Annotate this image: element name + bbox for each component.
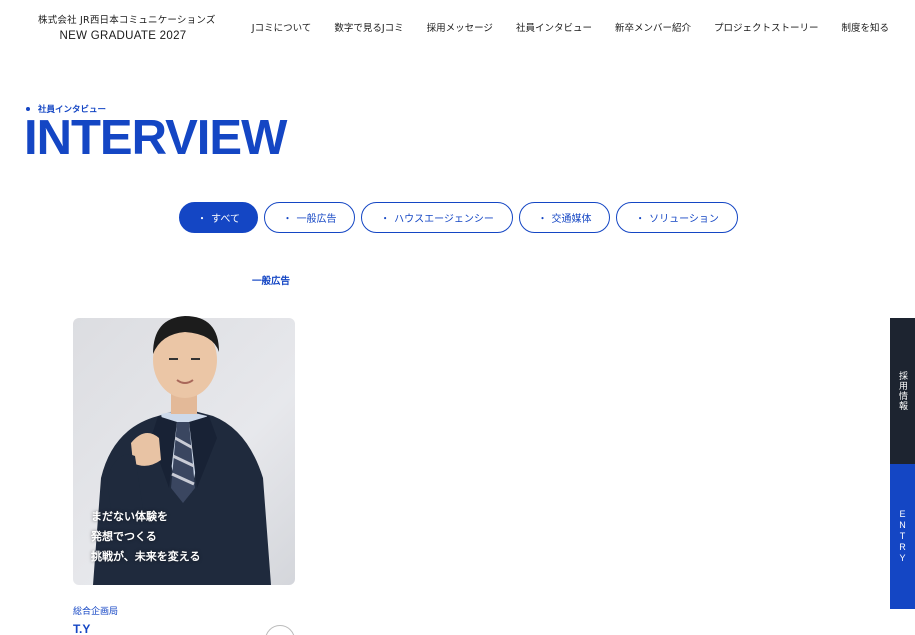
side-tab-recruit-info[interactable]: 採用情報 xyxy=(890,318,915,464)
nav-project-story[interactable]: プロジェクトストーリー xyxy=(714,20,819,34)
filter-tab-general-ads[interactable]: ・一般広告 xyxy=(264,202,355,233)
card-category: 一般広告 xyxy=(252,276,291,287)
filter-tab-solution[interactable]: ・ソリューション xyxy=(616,202,738,233)
filter-tab-all[interactable]: ・すべて xyxy=(179,202,258,233)
nav-about[interactable]: Jコミについて xyxy=(252,20,312,34)
nav-members[interactable]: 新卒メンバー紹介 xyxy=(615,20,691,34)
page-title: INTERVIEW xyxy=(24,111,287,165)
logo-subtitle: NEW GRADUATE 2027 xyxy=(59,30,187,42)
page: 株式会社 JR西日本コミュニケーションズ NEW GRADUATE 2027 J… xyxy=(0,0,915,635)
filter-tab-transit-media[interactable]: ・交通媒体 xyxy=(519,202,610,233)
nav-message[interactable]: 採用メッセージ xyxy=(427,20,493,34)
side-tab-entry-label: ENTRY xyxy=(899,509,906,563)
logo[interactable]: 株式会社 JR西日本コミュニケーションズ NEW GRADUATE 2027 xyxy=(38,12,216,42)
filter-tab-house-agency[interactable]: ・ハウスエージェンシー xyxy=(361,202,513,233)
card-name: T.Y xyxy=(73,622,91,635)
card-caption: まだない体験を 発想でつくる 挑戦が、未来を変える xyxy=(91,510,201,563)
side-tab-entry[interactable]: ENTRY xyxy=(890,464,915,609)
nav-system[interactable]: 制度を知る xyxy=(841,20,889,34)
card-arrow-button[interactable] xyxy=(265,625,295,635)
filter-tabs: ・すべて ・一般広告 ・ハウスエージェンシー ・交通媒体 ・ソリューション xyxy=(179,202,738,233)
card-department: 総合企画局 xyxy=(73,607,119,617)
logo-company: 株式会社 JR西日本コミュニケーションズ xyxy=(38,15,216,26)
nav-interview[interactable]: 社員インタビュー xyxy=(516,20,592,34)
side-tab-recruit-label: 採用情報 xyxy=(897,371,907,411)
nav-numbers[interactable]: 数字で見るJコミ xyxy=(334,20,403,34)
main-nav: Jコミについて 数字で見るJコミ 採用メッセージ 社員インタビュー 新卒メンバー… xyxy=(252,20,889,34)
